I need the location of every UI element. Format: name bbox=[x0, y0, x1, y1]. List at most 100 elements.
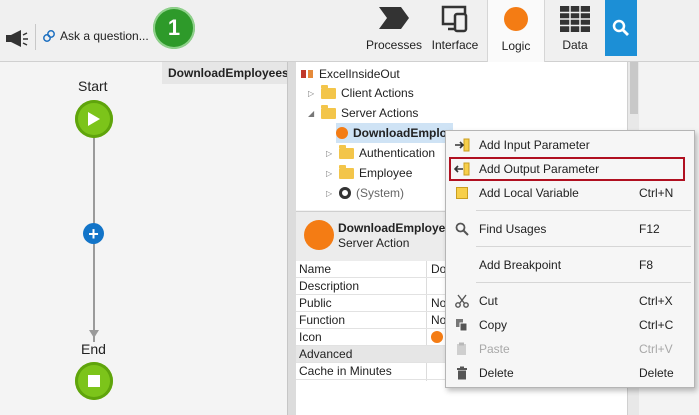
section-label: Advanced bbox=[299, 347, 353, 361]
search-button[interactable] bbox=[605, 0, 637, 56]
tab-data[interactable]: Data bbox=[546, 0, 604, 62]
tree-item-download-employees[interactable]: DownloadEmplo bbox=[336, 123, 453, 143]
context-menu: Add Input Parameter Add Output Parameter… bbox=[445, 130, 695, 388]
scrollbar-thumb[interactable] bbox=[630, 62, 638, 114]
menu-item-paste[interactable]: Paste Ctrl+V bbox=[446, 338, 694, 360]
menu-item-label: Find Usages bbox=[479, 222, 547, 236]
tree-item-label: Authentication bbox=[359, 146, 436, 160]
collapse-icon[interactable]: ◢ bbox=[308, 109, 316, 118]
trash-icon bbox=[454, 366, 470, 380]
tab-processes-label: Processes bbox=[365, 38, 423, 52]
tree-item-client-actions[interactable]: ▷ Client Actions bbox=[308, 83, 414, 103]
megaphone-icon[interactable] bbox=[4, 27, 30, 49]
processes-icon bbox=[379, 7, 409, 29]
data-grid-icon bbox=[560, 6, 590, 32]
logic-icon bbox=[504, 7, 528, 31]
properties-title: DownloadEmployee bbox=[338, 221, 453, 235]
menu-item-delete[interactable]: Delete Delete bbox=[446, 362, 694, 384]
tree-item-system[interactable]: ▷ (System) bbox=[326, 183, 404, 203]
tree-item-root[interactable]: ExcelInsideOut bbox=[300, 64, 400, 84]
property-key: Description bbox=[299, 279, 360, 293]
menu-item-shortcut: Ctrl+V bbox=[639, 342, 673, 356]
tab-data-label: Data bbox=[562, 38, 588, 52]
menu-item-find-usages[interactable]: Find Usages F12 bbox=[446, 218, 694, 240]
folder-icon bbox=[339, 164, 354, 179]
play-icon bbox=[88, 112, 100, 126]
menu-item-label: Add Input Parameter bbox=[479, 138, 590, 152]
expand-icon[interactable]: ▷ bbox=[326, 189, 334, 198]
tab-logic-label: Logic bbox=[501, 39, 531, 53]
property-key: Function bbox=[299, 313, 346, 327]
tree-item-label: Client Actions bbox=[341, 86, 414, 100]
highlight-box bbox=[449, 157, 685, 181]
module-icon bbox=[301, 70, 313, 78]
input-param-icon bbox=[454, 138, 470, 152]
menu-item-shortcut: Ctrl+C bbox=[639, 318, 674, 332]
expand-icon[interactable]: ▷ bbox=[308, 89, 316, 98]
tab-interface-label: Interface bbox=[431, 38, 479, 52]
menu-item-label: Paste bbox=[479, 342, 510, 356]
property-key: Icon bbox=[299, 330, 322, 344]
expand-icon[interactable]: ▷ bbox=[326, 149, 334, 158]
menu-item-add-breakpoint[interactable]: Add Breakpoint F8 bbox=[446, 254, 694, 276]
icon-preview[interactable] bbox=[431, 331, 443, 343]
tree-item-label: Server Actions bbox=[341, 106, 419, 120]
menu-item-shortcut: F12 bbox=[639, 222, 660, 236]
menu-item-shortcut: Delete bbox=[639, 366, 674, 380]
menu-item-add-local-variable[interactable]: Add Local Variable Ctrl+N bbox=[446, 182, 694, 204]
paste-icon bbox=[454, 342, 470, 356]
folder-icon bbox=[321, 84, 336, 99]
copy-icon bbox=[454, 318, 470, 332]
property-key: Name bbox=[299, 262, 332, 276]
menu-item-cut[interactable]: Cut Ctrl+X bbox=[446, 290, 694, 312]
menu-item-label: Copy bbox=[479, 318, 508, 332]
property-key: Cache in Minutes bbox=[299, 364, 392, 378]
start-node[interactable] bbox=[75, 100, 113, 138]
end-label: End bbox=[81, 341, 106, 357]
menu-item-label: Add Breakpoint bbox=[479, 258, 562, 272]
menu-item-label: Add Local Variable bbox=[479, 186, 579, 200]
tree-item-label: (System) bbox=[356, 186, 404, 200]
system-icon bbox=[339, 187, 351, 199]
add-node-button[interactable]: + bbox=[83, 223, 104, 244]
flow-arrowhead bbox=[89, 330, 99, 338]
scissors-icon bbox=[454, 294, 470, 308]
menu-item-add-input-parameter[interactable]: Add Input Parameter bbox=[446, 134, 694, 156]
menu-item-shortcut: Ctrl+N bbox=[639, 186, 674, 200]
property-key: Public bbox=[299, 296, 332, 310]
start-label: Start bbox=[78, 78, 108, 94]
menu-item-shortcut: F8 bbox=[639, 258, 654, 272]
tree-item-authentication[interactable]: ▷ Authentication bbox=[326, 143, 435, 163]
menu-separator bbox=[476, 210, 691, 211]
tab-interface[interactable]: Interface bbox=[429, 0, 481, 62]
menu-item-label: Delete bbox=[479, 366, 514, 380]
menu-separator bbox=[476, 246, 691, 247]
main-toolbar: Ask a question... 1 Processes Interface … bbox=[0, 0, 699, 63]
ask-question-link[interactable]: Ask a question... bbox=[42, 29, 149, 43]
local-variable-icon bbox=[454, 186, 470, 200]
ask-question-label: Ask a question... bbox=[60, 29, 149, 43]
folder-icon bbox=[339, 144, 354, 159]
flow-canvas[interactable] bbox=[0, 62, 287, 415]
search-icon bbox=[612, 19, 629, 36]
expand-icon[interactable]: ▷ bbox=[326, 169, 334, 178]
step-badge: 1 bbox=[153, 7, 195, 49]
properties-subtitle: Server Action bbox=[338, 236, 410, 250]
panel-splitter[interactable] bbox=[287, 62, 296, 415]
tree-item-label: DownloadEmplo bbox=[353, 126, 447, 140]
tab-processes[interactable]: Processes bbox=[365, 0, 423, 62]
menu-item-label: Cut bbox=[479, 294, 498, 308]
action-name-tooltip: DownloadEmployees bbox=[162, 62, 295, 84]
tree-item-server-actions[interactable]: ◢ Server Actions bbox=[308, 103, 418, 123]
menu-item-copy[interactable]: Copy Ctrl+C bbox=[446, 314, 694, 336]
tree-item-employee[interactable]: ▷ Employee bbox=[326, 163, 412, 183]
tree-item-label: Employee bbox=[359, 166, 413, 180]
tree-item-label: ExcelInsideOut bbox=[319, 67, 400, 81]
tab-logic[interactable]: Logic bbox=[487, 0, 545, 63]
end-node[interactable] bbox=[75, 362, 113, 400]
link-icon bbox=[43, 30, 55, 42]
stop-icon bbox=[88, 375, 100, 387]
menu-item-shortcut: Ctrl+X bbox=[639, 294, 673, 308]
folder-open-icon bbox=[321, 104, 336, 119]
menu-separator bbox=[476, 282, 691, 283]
